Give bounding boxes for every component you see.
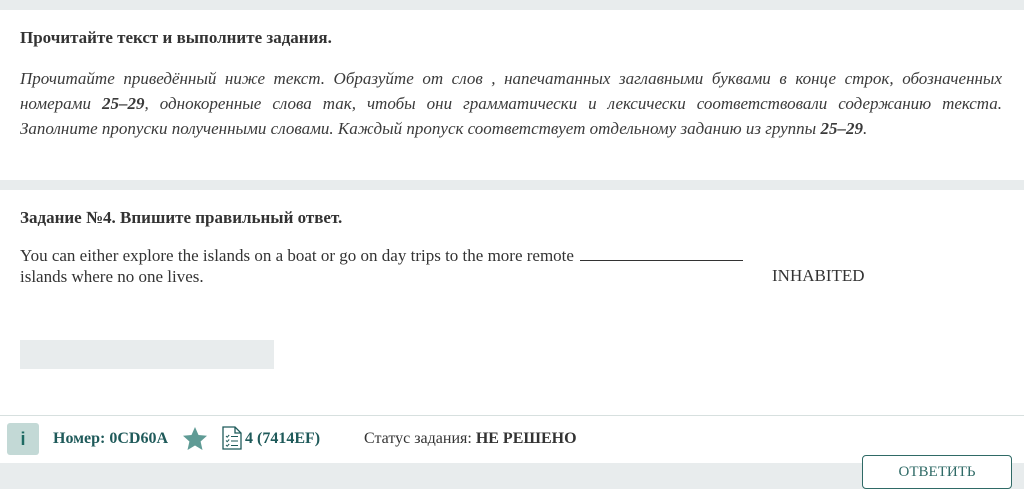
intro-instructions: Прочитайте приведённый ниже текст. Образ… (20, 66, 1002, 141)
task-panel: Задание №4. Впишите правильный ответ. Yo… (0, 190, 1024, 415)
intro-panel: Прочитайте текст и выполните задания. Пр… (0, 10, 1024, 180)
document-list-icon[interactable] (222, 426, 242, 450)
instruction-text-3: . (862, 119, 868, 138)
task-keyword: INHABITED (772, 266, 865, 285)
task-heading: Задание №4. Впишите правильный ответ. (20, 208, 343, 227)
status-label: Статус задания: (364, 430, 476, 447)
intro-heading: Прочитайте текст и выполните задания. (20, 28, 332, 47)
sentence-blank (580, 246, 744, 261)
info-button[interactable]: i (7, 423, 39, 455)
instruction-range-1: 25–29 (102, 94, 145, 113)
task-status: Статус задания: НЕ РЕШЕНО (364, 430, 577, 448)
status-value: НЕ РЕШЕНО (475, 430, 577, 447)
task-number: Номер: 0CD60A (53, 430, 169, 447)
answer-input[interactable] (20, 340, 274, 369)
sentence-part-1: You can either explore the islands on a … (20, 246, 579, 265)
variant-link[interactable]: 4 (7414EF) (245, 430, 320, 448)
reply-button[interactable]: ОТВЕТИТЬ (862, 455, 1012, 489)
instruction-range-2: 25–29 (820, 119, 863, 138)
sentence-part-2: islands where no one lives. (20, 267, 204, 286)
star-icon[interactable] (182, 426, 208, 452)
task-sentence: You can either explore the islands on a … (20, 245, 780, 287)
info-icon: i (20, 429, 26, 449)
